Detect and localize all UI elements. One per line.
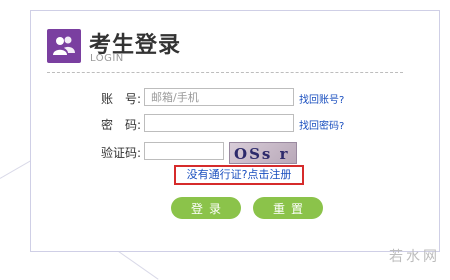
find-account-link[interactable]: 找回账号? bbox=[299, 91, 344, 106]
captcha-image[interactable]: OSs r bbox=[229, 142, 297, 164]
password-row: 密 码: 找回密码? bbox=[31, 114, 441, 134]
watermark: 若水网 bbox=[389, 249, 440, 265]
captcha-input[interactable] bbox=[144, 142, 224, 160]
account-row: 账 号: 找回账号? bbox=[31, 88, 441, 108]
user-group-icon bbox=[47, 29, 81, 63]
password-input[interactable] bbox=[144, 114, 294, 132]
login-panel: 考生登录 LOGIN 账 号: 找回账号? 密 码: 找回密码? 验证码: OS… bbox=[30, 10, 440, 252]
header-divider bbox=[47, 72, 403, 73]
register-link[interactable]: 没有通行证?点击注册 bbox=[174, 165, 304, 185]
account-input[interactable] bbox=[144, 88, 294, 106]
login-button[interactable]: 登录 bbox=[171, 197, 241, 219]
find-password-link[interactable]: 找回密码? bbox=[299, 117, 344, 132]
reset-button[interactable]: 重置 bbox=[253, 197, 323, 219]
page-subtitle: LOGIN bbox=[90, 53, 124, 64]
captcha-row: 验证码: OSs r bbox=[31, 142, 441, 164]
